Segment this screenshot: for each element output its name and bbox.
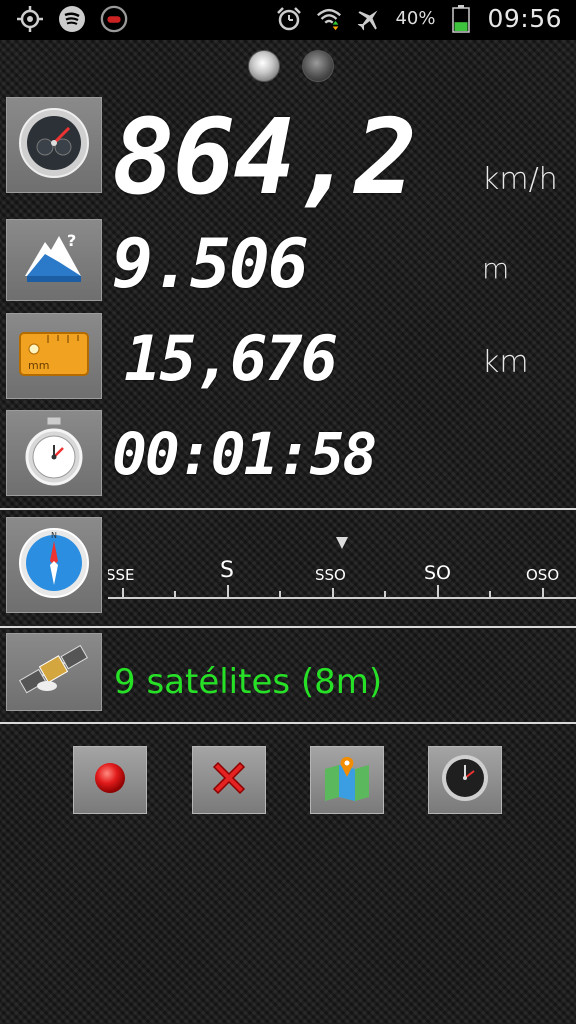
airplane-icon [355, 5, 383, 33]
record-button[interactable] [73, 746, 147, 814]
altitude-tile[interactable]: ? [6, 219, 102, 301]
clock-button[interactable] [428, 746, 502, 814]
page-dot-active[interactable] [248, 50, 280, 82]
compass-label-oso: OSO [526, 566, 560, 584]
distance-tile[interactable]: mm [6, 313, 102, 399]
divider [0, 626, 576, 628]
distance-value: 15,676 [124, 322, 338, 395]
compass-tick [227, 585, 229, 597]
map-icon [322, 755, 372, 805]
compass-tick [122, 588, 124, 597]
battery-percent: 40% [395, 8, 436, 29]
speedometer-icon [17, 106, 91, 184]
compass-heading-strip: SSE S SSO SO OSO [108, 550, 576, 610]
compass-tile[interactable]: N [6, 517, 102, 613]
satellite-tile[interactable] [6, 633, 102, 711]
divider [0, 722, 576, 724]
timer-tile[interactable] [6, 410, 102, 496]
compass-tick [279, 591, 281, 597]
compass-label-so: SO [424, 562, 452, 584]
stopwatch-icon [21, 415, 87, 491]
gamepad-icon [100, 5, 128, 33]
compass-tick [489, 591, 491, 597]
compass-tick [542, 588, 544, 597]
clock-time: 09:56 [487, 4, 562, 33]
timer-value: 00:01:58 [112, 420, 377, 488]
compass-tick [437, 585, 439, 597]
speed-tile[interactable] [6, 97, 102, 193]
compass-tick [174, 591, 176, 597]
compass-label-sso: SSO [315, 566, 346, 584]
heading-pointer-icon [336, 537, 348, 549]
clock-icon [440, 753, 490, 807]
compass-scale-line [108, 597, 576, 599]
svg-text:?: ? [67, 231, 76, 250]
ruler-icon: mm [18, 329, 90, 383]
wifi-icon [315, 5, 343, 33]
spotify-icon [58, 5, 86, 33]
distance-unit: km [482, 345, 529, 380]
altitude-value: 9.506 [112, 225, 309, 304]
compass-icon: N [18, 527, 90, 603]
speed-unit: km/h [482, 162, 558, 197]
alarm-icon [275, 5, 303, 33]
speed-value: 864,2 [112, 96, 417, 218]
map-button[interactable] [310, 746, 384, 814]
delete-icon [208, 757, 250, 803]
page-dot[interactable] [302, 50, 334, 82]
delete-button[interactable] [192, 746, 266, 814]
page-indicator [248, 50, 334, 82]
svg-text:mm: mm [28, 359, 49, 372]
status-bar: 40% 09:56 [0, 0, 576, 40]
compass-label-s: S [220, 558, 234, 583]
mountain-icon: ? [19, 228, 89, 292]
gps-icon [16, 5, 44, 33]
compass-label-sse: SSE [108, 566, 135, 584]
compass-tick [332, 588, 334, 597]
compass-tick [384, 591, 386, 597]
svg-text:N: N [51, 531, 57, 540]
battery-icon [447, 4, 475, 33]
satellite-icon [17, 640, 91, 704]
record-icon [93, 761, 127, 799]
divider [0, 508, 576, 510]
satellite-status: 9 satélites (8m) [114, 662, 383, 702]
altitude-unit: m [482, 252, 510, 285]
